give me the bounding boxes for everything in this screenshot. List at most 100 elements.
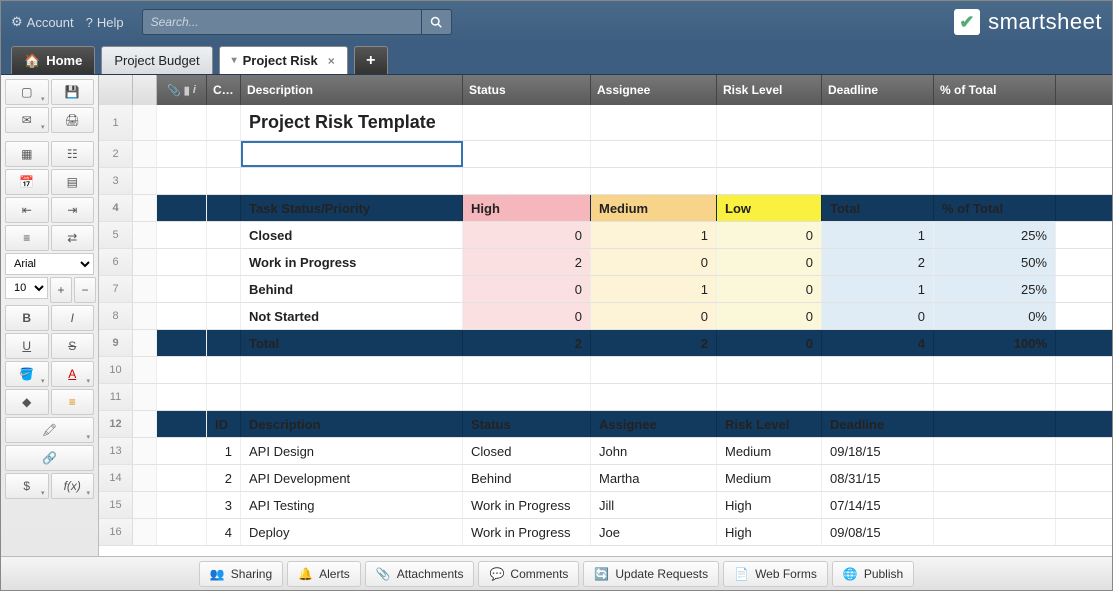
cell-medium[interactable]: Medium	[591, 195, 717, 221]
cell-high[interactable]: High	[463, 195, 591, 221]
table-row[interactable]: 11	[99, 384, 1112, 411]
bold-button[interactable]: B	[5, 305, 49, 331]
font-size-select[interactable]: 10	[5, 277, 48, 299]
table-row[interactable]: 3	[99, 168, 1112, 195]
tab-add[interactable]: +	[354, 46, 388, 74]
text-color-button[interactable]: A▾	[51, 361, 95, 387]
save-as-button[interactable]: 💾	[51, 79, 95, 105]
cell-low[interactable]: Low	[717, 195, 822, 221]
account-link[interactable]: Account	[27, 15, 74, 30]
col-deadline[interactable]: Deadline	[822, 75, 934, 105]
indent-button[interactable]: ⇤	[5, 197, 49, 223]
delete-row-button[interactable]: ⇄	[51, 225, 95, 251]
cell-assignee-hdr[interactable]: Assignee	[591, 411, 717, 437]
format-button[interactable]: ≡	[51, 389, 95, 415]
email-button[interactable]: ✉▾	[5, 107, 49, 133]
col-assignee[interactable]: Assignee	[591, 75, 717, 105]
grid-icon: ▦	[21, 147, 32, 161]
search-wrap	[142, 9, 452, 35]
cell[interactable]	[463, 141, 591, 167]
insert-row-button[interactable]: ≡	[5, 225, 49, 251]
cell-title[interactable]: Project Risk Template	[241, 105, 463, 140]
link-button[interactable]: 🔗	[5, 445, 94, 471]
task-row[interactable]: 16 4 Deploy Work in Progress Joe High 09…	[99, 519, 1112, 546]
attachments-button[interactable]: 📎Attachments	[365, 561, 475, 587]
col-risk-level[interactable]: Risk Level	[717, 75, 822, 105]
cell[interactable]	[934, 105, 1056, 140]
col-status[interactable]: Status	[463, 75, 591, 105]
summary-row[interactable]: 5 Closed 0 1 0 1 25%	[99, 222, 1112, 249]
summary-total-row[interactable]: 9 Total 2 2 0 4 100%	[99, 330, 1112, 357]
table-row[interactable]: 10	[99, 357, 1112, 384]
comments-button[interactable]: 💬Comments	[478, 561, 579, 587]
task-row[interactable]: 15 3 API Testing Work in Progress Jill H…	[99, 492, 1112, 519]
save-button[interactable]: ▢▾	[5, 79, 49, 105]
cell[interactable]	[207, 105, 241, 140]
rows-container[interactable]: 1 Project Risk Template 2	[99, 105, 1112, 556]
decrease-size-button[interactable]: −	[74, 277, 96, 303]
cell-status-hdr[interactable]: Status	[463, 411, 591, 437]
update-requests-button[interactable]: 🔄Update Requests	[583, 561, 719, 587]
cell[interactable]	[822, 141, 934, 167]
card-view-button[interactable]: ▤	[51, 169, 95, 195]
insert-icon: ≡	[23, 231, 30, 245]
close-icon[interactable]: ×	[328, 54, 335, 68]
row-title[interactable]: 1 Project Risk Template	[99, 105, 1112, 141]
cell-deadline-hdr[interactable]: Deadline	[822, 411, 934, 437]
fill-color-button[interactable]: 🪣▾	[5, 361, 49, 387]
search-input[interactable]	[142, 9, 422, 35]
col-c[interactable]: C…	[207, 75, 241, 105]
summary-row[interactable]: 8 Not Started 0 0 0 0 0%	[99, 303, 1112, 330]
task-header-row[interactable]: 12 ID Description Status Assignee Risk L…	[99, 411, 1112, 438]
cell[interactable]	[591, 105, 717, 140]
cell-risk-hdr[interactable]: Risk Level	[717, 411, 822, 437]
cell-total[interactable]: Total	[822, 195, 934, 221]
cell[interactable]	[591, 141, 717, 167]
search-button[interactable]	[422, 9, 452, 35]
tab-home[interactable]: 🏠 Home	[11, 46, 95, 74]
cell[interactable]	[207, 141, 241, 167]
cell[interactable]	[717, 105, 822, 140]
formula-button[interactable]: f(x)▾	[51, 473, 95, 499]
bottom-toolbar: 👥Sharing 🔔Alerts 📎Attachments 💬Comments …	[1, 556, 1112, 590]
highlight-button[interactable]: 🖍▾	[5, 417, 94, 443]
tab-project-risk[interactable]: ▾ Project Risk ×	[219, 46, 348, 74]
summary-header-row[interactable]: 4 Task Status/Priority High Medium Low T…	[99, 195, 1112, 222]
increase-size-button[interactable]: +	[50, 277, 72, 303]
currency-button[interactable]: $▾	[5, 473, 49, 499]
publish-button[interactable]: 🌐Publish	[832, 561, 914, 587]
summary-row[interactable]: 7 Behind 0 1 0 1 25%	[99, 276, 1112, 303]
task-row[interactable]: 14 2 API Development Behind Martha Mediu…	[99, 465, 1112, 492]
grid-view-button[interactable]: ▦	[5, 141, 49, 167]
underline-button[interactable]: U	[5, 333, 49, 359]
info-icon: i	[193, 84, 196, 96]
cell[interactable]	[717, 141, 822, 167]
col-description[interactable]: Description	[241, 75, 463, 105]
row-number: 1	[99, 105, 133, 140]
italic-button[interactable]: I	[51, 305, 95, 331]
row-selected[interactable]: 2	[99, 141, 1112, 168]
web-forms-button[interactable]: 📄Web Forms	[723, 561, 828, 587]
sharing-button[interactable]: 👥Sharing	[199, 561, 283, 587]
font-select[interactable]: Arial	[5, 253, 94, 275]
strike-button[interactable]: S	[51, 333, 95, 359]
cell-desc-hdr[interactable]: Description	[241, 411, 463, 437]
alerts-button[interactable]: 🔔Alerts	[287, 561, 361, 587]
conditional-format-button[interactable]: ◆	[5, 389, 49, 415]
calendar-view-button[interactable]: 📅	[5, 169, 49, 195]
cell[interactable]	[463, 105, 591, 140]
tab-project-budget[interactable]: Project Budget	[101, 46, 212, 74]
cell-pct[interactable]: % of Total	[934, 195, 1056, 221]
cell-task-status[interactable]: Task Status/Priority	[241, 195, 463, 221]
print-button[interactable]: 🖨	[51, 107, 95, 133]
gantt-view-button[interactable]: ☷	[51, 141, 95, 167]
cell-selected[interactable]	[241, 141, 463, 167]
task-row[interactable]: 13 1 API Design Closed John Medium 09/18…	[99, 438, 1112, 465]
col-pct-total[interactable]: % of Total	[934, 75, 1056, 105]
cell[interactable]	[934, 141, 1056, 167]
help-link[interactable]: Help	[97, 15, 124, 30]
cell[interactable]	[822, 105, 934, 140]
summary-row[interactable]: 6 Work in Progress 2 0 0 2 50%	[99, 249, 1112, 276]
outdent-button[interactable]: ⇥	[51, 197, 95, 223]
cell-id-hdr[interactable]: ID	[207, 411, 241, 437]
